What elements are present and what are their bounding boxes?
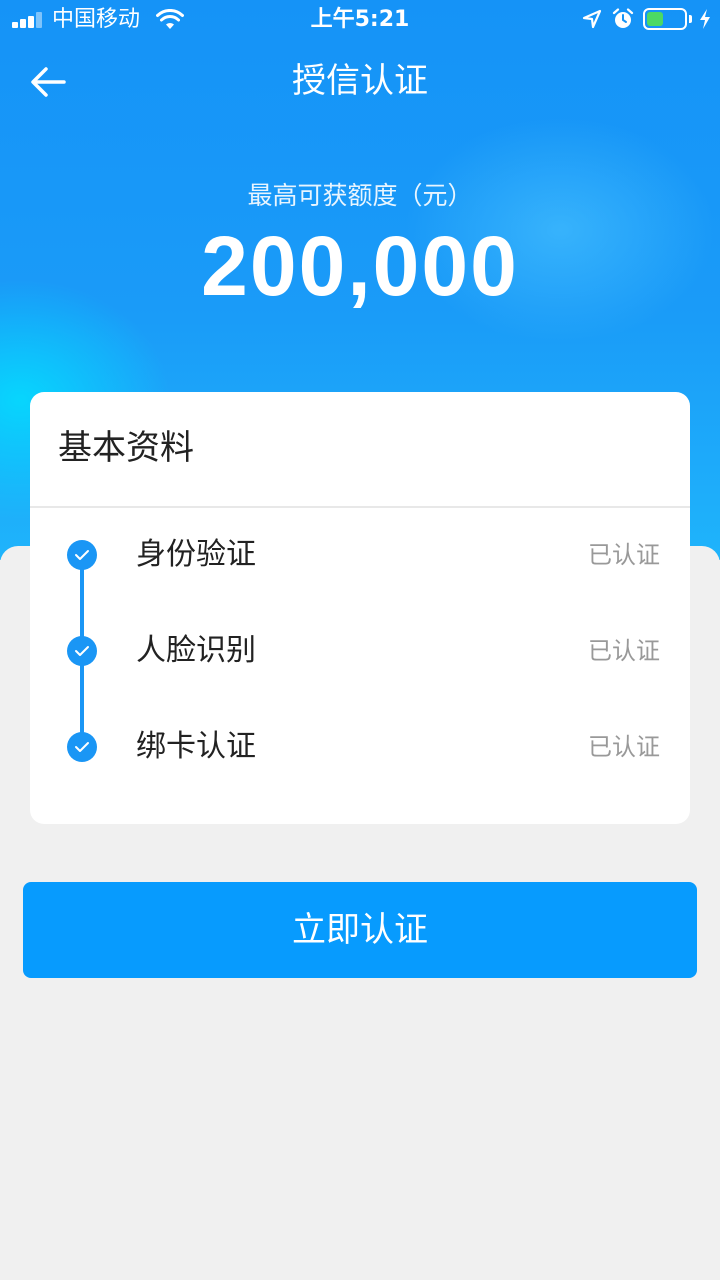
check-circle-icon — [67, 540, 97, 570]
step-face-recognition[interactable]: 人脸识别 已认证 — [30, 619, 690, 683]
battery-level — [647, 12, 663, 26]
step-name: 身份验证 — [136, 537, 256, 572]
verify-now-button[interactable]: 立即认证 — [23, 882, 697, 978]
alarm-icon — [612, 8, 634, 28]
charging-icon — [700, 9, 710, 29]
step-status: 已认证 — [588, 541, 660, 569]
check-circle-icon — [67, 636, 97, 666]
credit-limit-amount: 200,000 — [201, 219, 519, 313]
screen: 中国移动 上午5:21 授信认证 最高可获额度（元） 200,000 基本资料 … — [0, 0, 720, 1280]
step-name: 绑卡认证 — [136, 729, 256, 764]
check-circle-icon — [67, 732, 97, 762]
battery-cap — [689, 15, 692, 23]
card-title: 基本资料 — [58, 428, 194, 468]
location-icon — [582, 9, 602, 29]
battery-icon — [643, 8, 687, 30]
step-identity-verification[interactable]: 身份验证 已认证 — [30, 523, 690, 587]
basic-info-card: 基本资料 身份验证 已认证 人脸识别 已认证 绑卡认证 已认证 — [30, 392, 690, 824]
page-title: 授信认证 — [292, 61, 428, 101]
step-name: 人脸识别 — [136, 633, 256, 668]
step-status: 已认证 — [588, 733, 660, 761]
credit-limit-label: 最高可获额度（元） — [247, 181, 473, 210]
card-divider — [30, 506, 690, 508]
status-bar: 中国移动 上午5:21 — [0, 0, 720, 40]
step-bind-card[interactable]: 绑卡认证 已认证 — [30, 715, 690, 779]
step-status: 已认证 — [588, 637, 660, 665]
